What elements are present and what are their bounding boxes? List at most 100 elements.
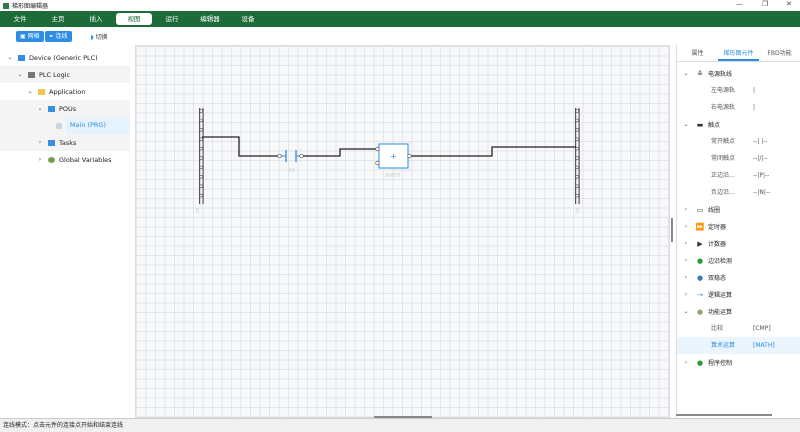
chevron-right-icon[interactable]: › xyxy=(36,156,44,163)
component-item[interactable]: 左电源轨 | xyxy=(677,82,800,99)
panel-tab[interactable]: 属性 xyxy=(677,45,718,61)
chevron-right-icon[interactable]: › xyxy=(677,359,695,366)
wire[interactable] xyxy=(303,148,377,157)
rail-connection-point[interactable] xyxy=(575,156,579,160)
rail-connection-point[interactable] xyxy=(575,193,579,198)
rail-connection-point[interactable] xyxy=(199,184,203,188)
chevron-down-icon[interactable]: ⌄ xyxy=(6,54,14,61)
right-power-rail[interactable] xyxy=(575,108,580,204)
group-header[interactable]: › ● 程序控制 xyxy=(677,354,800,371)
menu-item[interactable]: 视图 xyxy=(116,13,152,25)
component-item[interactable]: 比较 [CMP] xyxy=(677,320,800,337)
chevron-right-icon[interactable]: › xyxy=(677,206,695,213)
tree-item[interactable]: ⌄ PLC Logic xyxy=(0,66,130,83)
vertical-scrollbar[interactable] xyxy=(671,218,673,242)
toolbar: ▣ 网格 ⚭ 连线 ◗ 切换 xyxy=(0,27,800,45)
wire-button[interactable]: ⚭ 连线 xyxy=(44,30,72,42)
menu-item[interactable]: 文件 xyxy=(2,13,38,25)
menu-item[interactable]: 编辑器 xyxy=(192,13,228,25)
rail-connection-point[interactable] xyxy=(575,128,579,132)
tree-item[interactable]: Main (PRG) xyxy=(0,117,130,134)
contact-label: X0 xyxy=(288,168,295,174)
rail-connection-point[interactable] xyxy=(199,146,203,151)
rail-connection-point[interactable] xyxy=(199,128,203,132)
panel-tab[interactable]: 梯形图元件 xyxy=(718,45,759,61)
tree-item[interactable]: ⌄ Application xyxy=(0,83,130,100)
component-item[interactable]: 负边沿... --|N|-- xyxy=(677,184,800,201)
maximize-button[interactable]: ❐ xyxy=(762,0,768,8)
menu-item[interactable]: 设备 xyxy=(230,13,266,25)
right-rail-label: 右 xyxy=(575,207,580,214)
component-item[interactable]: 正边沿... --|P|-- xyxy=(677,167,800,184)
bistable-icon: ● xyxy=(696,273,704,282)
component-symbol: | xyxy=(753,104,756,111)
rail-connection-point[interactable] xyxy=(575,109,579,113)
rail-connection-point[interactable] xyxy=(575,118,579,123)
group-header[interactable]: › ● 边沿检测 xyxy=(677,252,800,269)
rail-connection-point[interactable] xyxy=(199,156,203,160)
rail-connection-point[interactable] xyxy=(199,165,203,170)
panel-tab[interactable]: FBD功能 xyxy=(759,45,800,61)
rail-connection-point[interactable] xyxy=(575,146,579,151)
tree-item[interactable]: › Tasks xyxy=(0,134,130,151)
component-symbol: --|P|-- xyxy=(753,172,770,179)
rail-connection-point[interactable] xyxy=(575,137,579,141)
rail-connection-point[interactable] xyxy=(575,175,579,179)
chevron-right-icon[interactable]: › xyxy=(677,223,695,230)
group-header[interactable]: › ● 双稳态 xyxy=(677,269,800,286)
component-item[interactable]: 右电源轨 | xyxy=(677,99,800,116)
tree-item[interactable]: › Global Variables xyxy=(0,151,130,168)
component-symbol: --|N|-- xyxy=(753,189,771,196)
group-header[interactable]: ⌄ ● 功能运算 xyxy=(677,303,800,320)
plc-logic-icon xyxy=(28,71,35,78)
menu-item[interactable]: 主页 xyxy=(40,13,76,25)
component-item[interactable]: 常开触点 --| |-- xyxy=(677,133,800,150)
wire[interactable] xyxy=(411,146,576,157)
toggle-button[interactable]: ◗ 切换 xyxy=(91,32,108,41)
rail-connection-point[interactable] xyxy=(199,137,203,141)
component-item[interactable]: 算术运算 [MATH] xyxy=(677,337,800,354)
panel-horizontal-scrollbar[interactable] xyxy=(676,414,772,416)
normally-open-contact-x0[interactable]: X0 xyxy=(277,150,304,174)
rail-connection-point[interactable] xyxy=(199,175,203,179)
group-label: 电源轨线 xyxy=(708,71,733,78)
chevron-down-icon[interactable]: ⌄ xyxy=(677,308,695,315)
minimize-button[interactable]: — xyxy=(736,0,743,8)
group-header[interactable]: › → 逻辑运算 xyxy=(677,286,800,303)
file-icon xyxy=(56,122,62,129)
wire[interactable] xyxy=(202,136,278,157)
chevron-down-icon[interactable]: ⌄ xyxy=(677,121,695,128)
rail-connection-point[interactable] xyxy=(199,109,203,113)
menu-item[interactable]: 插入 xyxy=(78,13,114,25)
tree-item[interactable]: ⌄ POUs xyxy=(0,100,130,117)
group-header[interactable]: › ▶ 计数器 xyxy=(677,235,800,252)
group-label: 定时器 xyxy=(708,224,727,231)
chevron-right-icon[interactable]: › xyxy=(677,274,695,281)
ladder-canvas[interactable]: 左 右 X0 + MATH xyxy=(135,45,670,418)
chevron-right-icon[interactable]: › xyxy=(677,257,695,264)
group-header[interactable]: ⌄ ≚ 电源轨线 xyxy=(677,65,800,82)
group-label: 程序控制 xyxy=(708,360,733,367)
rail-connection-point[interactable] xyxy=(575,184,579,188)
chevron-down-icon[interactable]: ⌄ xyxy=(677,70,695,77)
close-button[interactable]: ✕ xyxy=(786,0,792,8)
rail-connection-point[interactable] xyxy=(575,165,579,170)
chevron-down-icon[interactable]: ⌄ xyxy=(36,105,44,112)
menu-item[interactable]: 运行 xyxy=(154,13,190,25)
component-item[interactable]: 常闭触点 --|/|-- xyxy=(677,150,800,167)
left-power-rail[interactable] xyxy=(199,108,204,204)
chevron-down-icon[interactable]: ⌄ xyxy=(16,71,24,78)
rail-connection-point[interactable] xyxy=(199,118,203,123)
group-header[interactable]: ⌄ ▬ 触点 xyxy=(677,116,800,133)
rail-connection-point[interactable] xyxy=(199,193,203,198)
chevron-right-icon[interactable]: › xyxy=(36,139,44,146)
group-header[interactable]: › ▭ 线圈 xyxy=(677,201,800,218)
chevron-down-icon[interactable]: ⌄ xyxy=(26,88,34,95)
tree-item[interactable]: ⌄ Device (Generic PLC) xyxy=(0,49,130,66)
chevron-right-icon[interactable]: › xyxy=(677,291,695,298)
math-block[interactable]: + MATH xyxy=(375,143,412,179)
grid-button[interactable]: ▣ 网格 xyxy=(16,30,44,42)
window-title: 梯形图编辑器 xyxy=(12,3,49,10)
group-header[interactable]: › ⏩ 定时器 xyxy=(677,218,800,235)
chevron-right-icon[interactable]: › xyxy=(677,240,695,247)
